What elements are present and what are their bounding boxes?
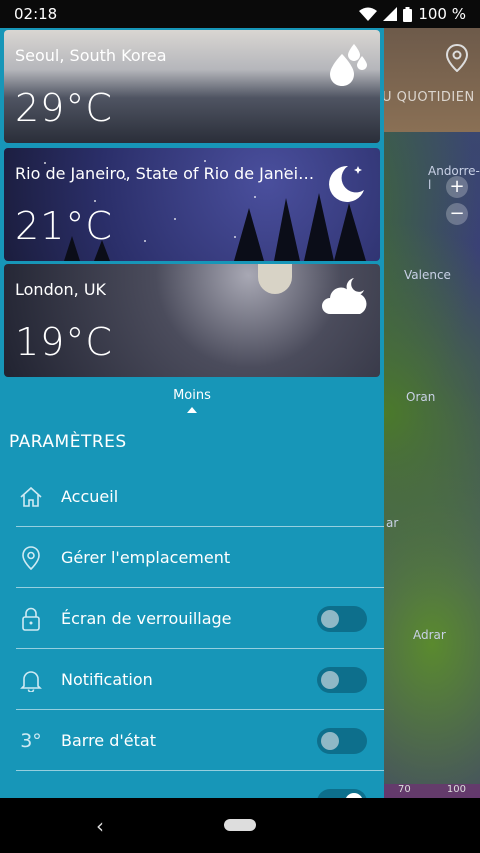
home-icon <box>18 484 44 510</box>
chevron-up-icon <box>187 407 197 413</box>
toggle-knob <box>321 670 339 689</box>
menu-label: Notification <box>61 670 153 689</box>
location-pin-icon[interactable] <box>446 44 468 72</box>
temperature-3-icon: 3° <box>20 729 42 752</box>
partial-toggle[interactable] <box>317 788 367 798</box>
menu-item-partial[interactable] <box>0 771 384 798</box>
menu-item-status-bar[interactable]: 3° Barre d'état <box>0 710 384 771</box>
city-card-seoul[interactable]: Seoul, South Korea 29°C <box>4 30 380 143</box>
map-label-oran: Oran <box>406 390 436 404</box>
battery-percent: 100 % <box>418 5 466 23</box>
scale-label-low: 70 <box>398 784 411 795</box>
menu-label: Écran de verrouillage <box>61 609 232 628</box>
zoom-out-button[interactable]: − <box>446 203 468 225</box>
scale-label-high: 100 <box>446 784 466 795</box>
notification-toggle[interactable] <box>317 666 367 693</box>
city-name: Seoul, South Korea <box>15 46 167 65</box>
city-name: London, UK <box>15 280 107 299</box>
city-name: Rio de Janeiro, State of Rio de Janeiro,… <box>15 164 315 183</box>
battery-icon <box>403 6 413 22</box>
city-temperature: 29°C <box>15 86 113 130</box>
menu-item-notification[interactable]: Notification <box>0 649 384 710</box>
city-card-london[interactable]: London, UK 19°C <box>4 264 380 377</box>
map-label-partial: ar <box>386 516 399 530</box>
lock-screen-toggle[interactable] <box>317 605 367 632</box>
wifi-icon <box>359 7 378 21</box>
zoom-in-button[interactable]: + <box>446 176 468 198</box>
moon-photo <box>258 264 292 294</box>
less-label: Moins <box>173 388 211 403</box>
signal-icon <box>383 7 398 21</box>
toggle-knob <box>321 609 339 628</box>
settings-section-title: PARAMÈTRES <box>9 432 127 452</box>
map-label-adrar: Adrar <box>413 628 446 642</box>
menu-item-lock-screen[interactable]: Écran de verrouillage <box>0 588 384 649</box>
status-icons: 100 % <box>359 5 466 23</box>
cloud-moon-icon <box>322 278 367 314</box>
lock-icon <box>18 606 44 632</box>
menu-item-manage-location[interactable]: Gérer l'emplacement <box>0 527 384 588</box>
menu-label: Gérer l'emplacement <box>61 548 231 567</box>
status-bar: 02:18 100 % <box>0 0 480 28</box>
city-temperature: 19°C <box>15 320 113 364</box>
back-icon[interactable]: ‹ <box>96 814 104 838</box>
map-tab-daily[interactable]: U QUOTIDIEN <box>382 90 475 105</box>
city-temperature: 21°C <box>15 204 113 248</box>
rain-drops-icon <box>330 44 367 86</box>
menu-label: Barre d'état <box>61 731 156 750</box>
map-scale: 70 100 <box>384 784 480 798</box>
map-label-valence: Valence <box>404 268 451 282</box>
home-pill-button[interactable] <box>224 819 256 831</box>
status-time: 02:18 <box>14 5 58 23</box>
toggle-knob <box>321 731 339 750</box>
city-card-rio[interactable]: Rio de Janeiro, State of Rio de Janeiro,… <box>4 148 380 261</box>
less-toggle[interactable]: Moins <box>0 388 384 413</box>
moon-stars-icon <box>329 165 364 202</box>
status-bar-toggle[interactable] <box>317 727 367 754</box>
location-pin-icon <box>18 545 44 571</box>
system-nav-bar: ‹ <box>0 798 480 853</box>
navigation-drawer: Seoul, South Korea 29°C Rio de Janeiro, … <box>0 28 384 798</box>
menu-label: Accueil <box>61 487 119 506</box>
bell-icon <box>18 667 44 693</box>
menu-item-home[interactable]: Accueil <box>0 466 384 527</box>
